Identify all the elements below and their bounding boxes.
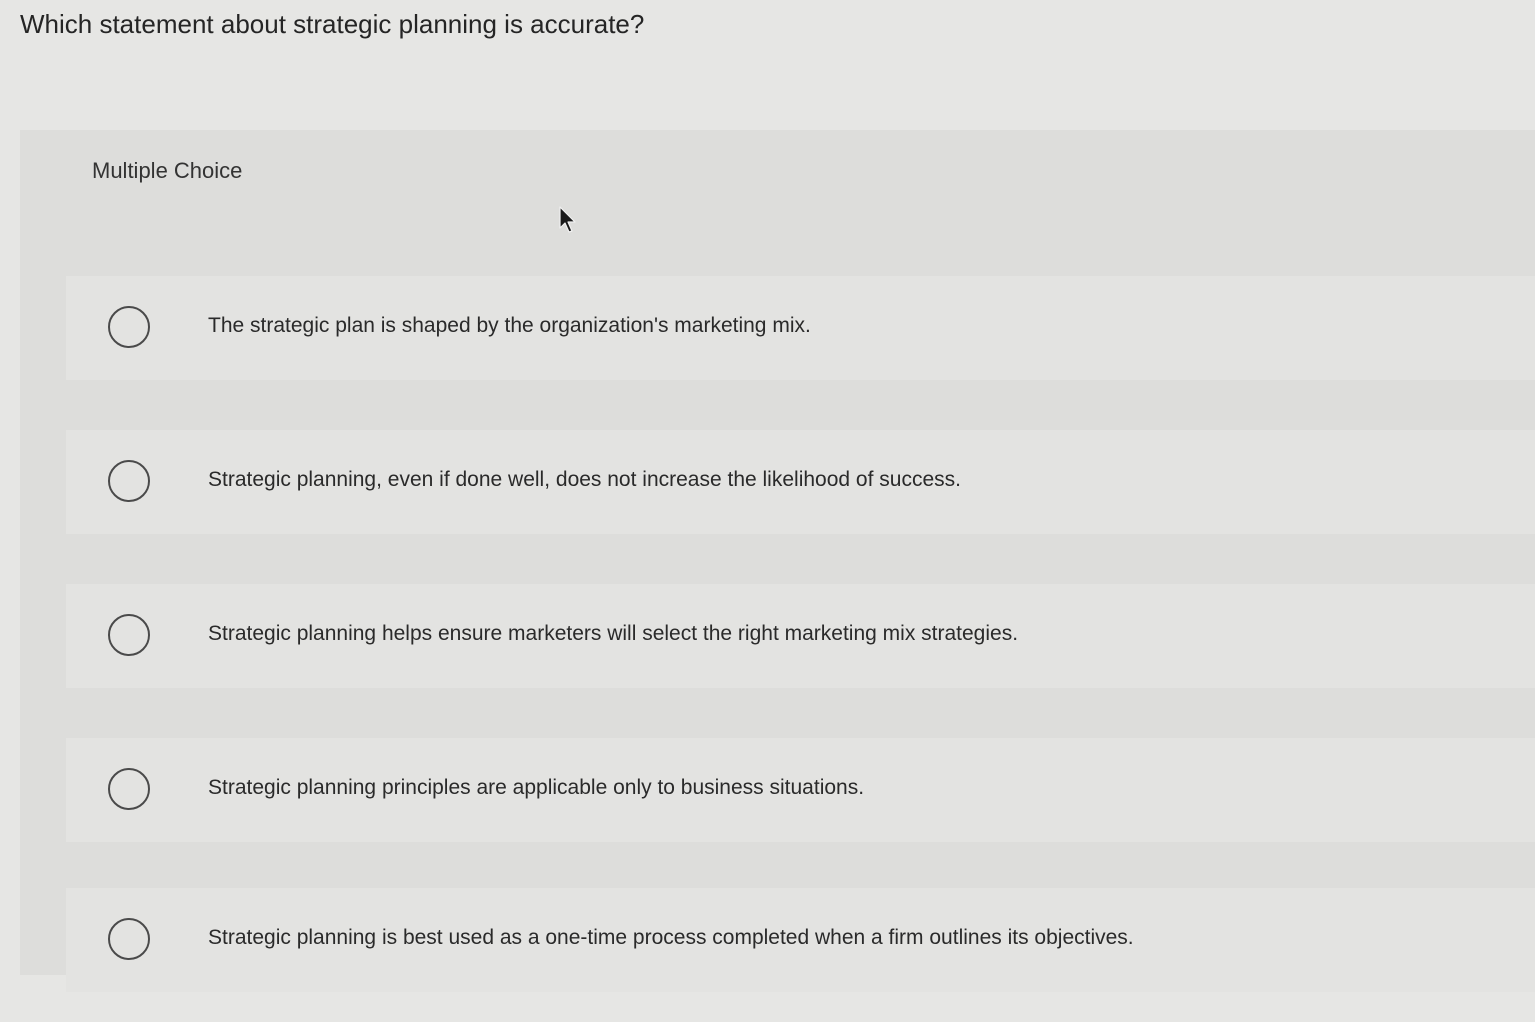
radio-unchecked-icon[interactable]	[108, 918, 150, 960]
radio-unchecked-icon[interactable]	[108, 768, 150, 810]
choice-text: Strategic planning principles are applic…	[208, 776, 865, 799]
choice-option-1[interactable]: The strategic plan is shaped by the orga…	[66, 276, 1535, 380]
mouse-pointer-icon	[559, 206, 576, 233]
choice-text: Strategic planning helps ensure marketer…	[208, 622, 1019, 645]
question-text: Which statement about strategic planning…	[20, 9, 645, 39]
choice-option-3[interactable]: Strategic planning helps ensure marketer…	[66, 584, 1535, 688]
choice-option-2[interactable]: Strategic planning, even if done well, d…	[66, 430, 1535, 534]
choice-option-4[interactable]: Strategic planning principles are applic…	[66, 738, 1535, 842]
choice-text: The strategic plan is shaped by the orga…	[208, 314, 811, 337]
question-type-label: Multiple Choice	[92, 158, 243, 183]
radio-unchecked-icon[interactable]	[108, 460, 150, 502]
answer-panel: Multiple Choice The strategic plan is sh…	[20, 130, 1535, 992]
choice-option-5[interactable]: Strategic planning is best used as a one…	[66, 888, 1535, 992]
radio-unchecked-icon[interactable]	[108, 614, 150, 656]
choice-text: Strategic planning is best used as a one…	[208, 926, 1134, 949]
radio-unchecked-icon[interactable]	[108, 306, 150, 348]
choice-text: Strategic planning, even if done well, d…	[208, 468, 961, 491]
